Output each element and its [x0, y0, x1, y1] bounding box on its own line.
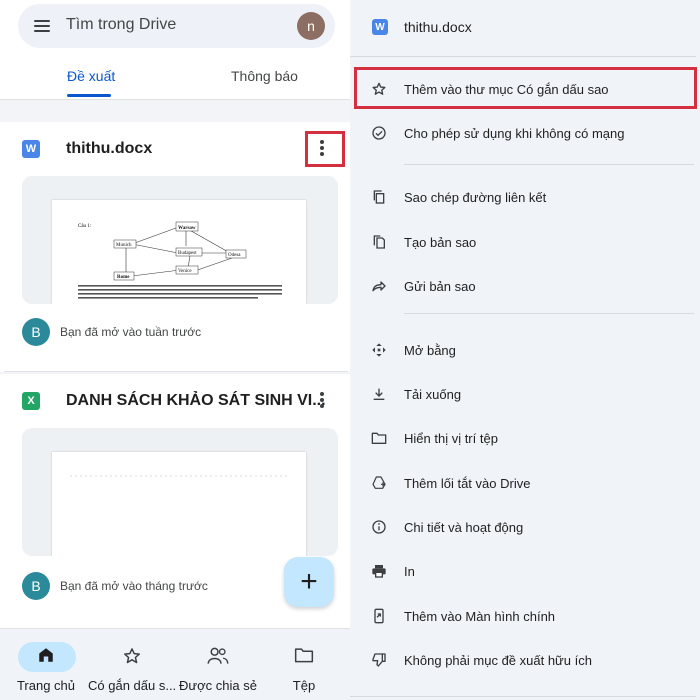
menu-copy-link[interactable]: Sao chép đường liên kết — [350, 178, 700, 218]
divider — [404, 313, 694, 314]
menu-label: Sao chép đường liên kết — [404, 190, 547, 205]
menu-show-location[interactable]: Hiển thị vị trí tệp — [350, 419, 700, 459]
nav-label: Được chia sẻ — [179, 678, 257, 693]
svg-text:Rome: Rome — [117, 275, 130, 280]
menu-add-shortcut[interactable]: Thêm lối tắt vào Drive — [350, 464, 700, 504]
menu-label: Cho phép sử dụng khi không có mạng — [404, 126, 625, 141]
folder-icon — [260, 646, 348, 664]
add-to-home-icon — [370, 607, 388, 625]
print-icon — [370, 562, 388, 580]
tab-notifications[interactable]: Thông báo — [231, 68, 298, 84]
bottom-navigation: Trang chủ Có gắn dấu s... Được chia sẻ T… — [0, 628, 350, 700]
menu-label: Thêm vào Màn hình chính — [404, 609, 556, 624]
file-card[interactable]: W thithu.docx Câu 1: Warsaw Munich Budap… — [4, 122, 348, 372]
search-bar[interactable]: Tìm trong Drive n — [18, 4, 335, 48]
menu-label: Thêm lối tắt vào Drive — [404, 476, 531, 491]
last-opened-text: Bạn đã mở vào tuần trước — [60, 325, 202, 339]
tab-bar: Đề xuất Thông báo — [0, 56, 350, 98]
last-opened-row: B Bạn đã mở vào tuần trước — [22, 318, 201, 346]
file-name: DANH SÁCH KHẢO SÁT SINH VI... — [66, 392, 326, 409]
menu-label: Mở bằng — [404, 343, 456, 358]
highlight-box-starred — [354, 67, 697, 109]
avatar: B — [22, 572, 50, 600]
open-with-icon — [370, 341, 388, 359]
separator-band — [0, 100, 350, 122]
copy-link-icon — [370, 188, 388, 206]
send-copy-icon — [370, 277, 388, 295]
sheet-preview — [52, 452, 306, 556]
more-options-icon[interactable] — [316, 390, 328, 410]
account-avatar[interactable]: n — [297, 12, 325, 40]
nav-label: Tệp — [292, 678, 316, 693]
svg-text:Munich: Munich — [116, 243, 132, 248]
svg-text:Budapest: Budapest — [178, 251, 197, 256]
add-shortcut-icon — [370, 474, 388, 492]
menu-make-copy[interactable]: Tạo bản sao — [350, 223, 700, 263]
menu-label: Gửi bản sao — [404, 279, 476, 294]
folder-icon — [370, 429, 388, 447]
last-opened-row: B Bạn đã mở vào tháng trước — [22, 572, 208, 600]
menu-label: Tạo bản sao — [404, 235, 477, 250]
menu-open-with[interactable]: Mở bằng — [350, 331, 700, 371]
file-name: thithu.docx — [66, 140, 153, 157]
duplicate-icon — [370, 233, 388, 251]
svg-text:Odesa: Odesa — [228, 253, 241, 258]
people-icon — [174, 646, 262, 666]
word-doc-icon: W — [22, 140, 40, 158]
menu-label: Không phải mục đề xuất hữu ích — [404, 653, 592, 668]
document-preview: Câu 1: Warsaw Munich Budapest Odesa Rome… — [52, 200, 306, 304]
menu-download[interactable]: Tải xuống — [350, 375, 700, 415]
new-button[interactable]: + — [284, 557, 334, 607]
file-thumbnail[interactable] — [22, 428, 338, 556]
tab-suggested[interactable]: Đề xuất — [67, 68, 115, 84]
divider — [350, 56, 696, 57]
avatar: B — [22, 318, 50, 346]
word-doc-icon: W — [372, 19, 388, 35]
menu-label: In — [404, 564, 415, 579]
menu-label: Chi tiết và hoạt động — [404, 520, 524, 535]
menu-print[interactable]: In — [350, 552, 700, 592]
home-icon — [2, 646, 90, 664]
info-icon — [370, 518, 388, 536]
active-tab-indicator — [67, 94, 111, 97]
menu-label: Hiển thị vị trí tệp — [404, 431, 498, 446]
divider — [350, 696, 696, 697]
star-icon — [88, 646, 176, 666]
last-opened-text: Bạn đã mở vào tháng trước — [60, 579, 208, 593]
menu-send-copy[interactable]: Gửi bản sao — [350, 267, 700, 307]
svg-text:Venice: Venice — [178, 269, 192, 274]
drive-home-screen: Tìm trong Drive n Đề xuất Thông báo W th… — [0, 0, 350, 700]
thumb-down-icon — [370, 651, 388, 669]
highlight-box-more-options — [305, 131, 345, 167]
offline-icon — [370, 124, 388, 142]
sheet-header: W thithu.docx — [350, 0, 700, 56]
svg-text:Câu 1:: Câu 1: — [78, 224, 91, 229]
menu-add-to-home[interactable]: Thêm vào Màn hình chính — [350, 597, 700, 637]
nav-label: Có gắn dấu s... — [88, 678, 177, 693]
divider — [404, 164, 694, 165]
file-thumbnail[interactable]: Câu 1: Warsaw Munich Budapest Odesa Rome… — [22, 176, 338, 304]
menu-label: Tải xuống — [404, 387, 462, 402]
search-input[interactable]: Tìm trong Drive — [66, 16, 176, 34]
excel-sheet-icon: X — [22, 392, 40, 410]
menu-details[interactable]: Chi tiết và hoạt động — [350, 508, 700, 548]
download-icon — [370, 385, 388, 403]
graph-preview: Câu 1: Warsaw Munich Budapest Odesa Rome… — [78, 221, 282, 299]
file-name: thithu.docx — [404, 19, 472, 35]
nav-label: Trang chủ — [16, 678, 76, 693]
svg-text:Warsaw: Warsaw — [178, 226, 196, 231]
menu-available-offline[interactable]: Cho phép sử dụng khi không có mạng — [350, 114, 700, 154]
menu-icon[interactable] — [34, 20, 50, 32]
menu-not-helpful[interactable]: Không phải mục đề xuất hữu ích — [350, 641, 700, 681]
file-options-sheet: W thithu.docx Thêm vào thư mục Có gắn dấ… — [350, 0, 700, 700]
sheet-lines — [70, 475, 288, 477]
